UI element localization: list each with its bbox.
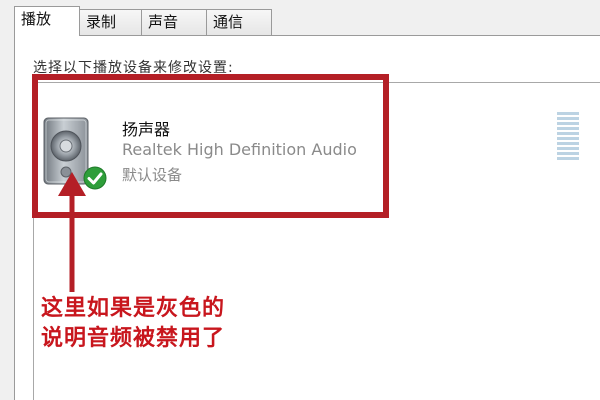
volume-level-meter xyxy=(557,112,579,164)
annotation-text-line-2: 说明音频被禁用了 xyxy=(41,326,226,351)
tab-label: 录制 xyxy=(86,13,117,31)
tab-label: 播放 xyxy=(21,10,52,28)
tab-playback[interactable]: 播放 xyxy=(14,6,80,36)
sound-dialog: 播放 录制 声音 通信 选择以下播放设备来修改设置: 扬声器 Realtek H… xyxy=(0,0,600,400)
tab-communications[interactable]: 通信 xyxy=(206,9,272,35)
tab-recording[interactable]: 录制 xyxy=(79,9,142,35)
tab-sounds[interactable]: 声音 xyxy=(141,9,207,35)
tab-label: 声音 xyxy=(148,13,179,31)
annotation-arrow-icon xyxy=(58,172,86,292)
tab-label: 通信 xyxy=(213,13,244,31)
annotation-text-line-1: 这里如果是灰色的 xyxy=(41,296,226,321)
